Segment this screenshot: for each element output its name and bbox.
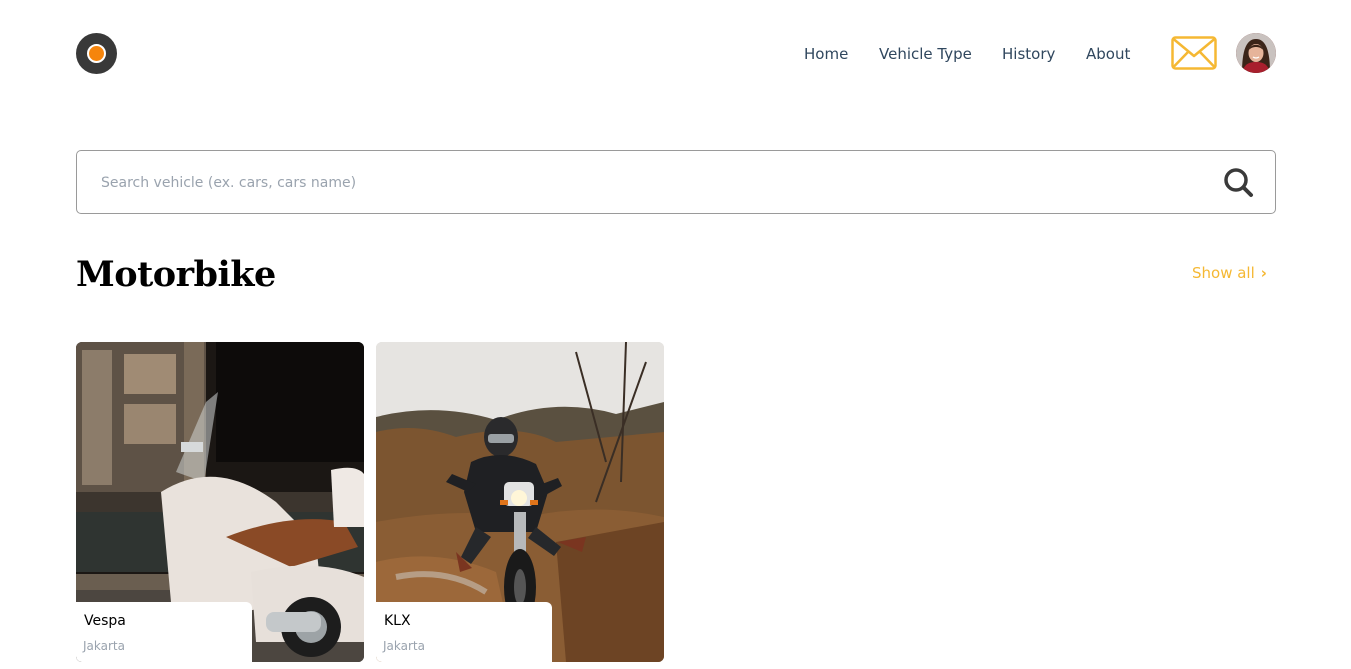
mail-icon[interactable]: [1171, 36, 1217, 70]
vehicle-card-vespa[interactable]: Vespa Jakarta: [76, 342, 364, 662]
section-title: Motorbike: [76, 254, 276, 295]
vehicle-city: Jakarta: [383, 639, 425, 653]
header: Home Vehicle Type History About: [0, 0, 1351, 110]
search-box: [76, 150, 1276, 214]
show-all-link[interactable]: Show all ›: [1192, 264, 1267, 282]
vehicle-card-klx[interactable]: KLX Jakarta: [376, 342, 664, 662]
logo-dot: [87, 44, 106, 63]
nav-vehicle-type[interactable]: Vehicle Type: [879, 45, 972, 63]
vehicle-city: Jakarta: [83, 639, 125, 653]
search-input[interactable]: [101, 171, 1181, 195]
vehicle-info: Vespa Jakarta: [76, 602, 252, 662]
logo-icon[interactable]: [76, 33, 117, 74]
user-avatar[interactable]: [1236, 33, 1276, 73]
vehicle-name: KLX: [384, 613, 411, 629]
nav-history[interactable]: History: [1002, 45, 1055, 63]
nav-home[interactable]: Home: [804, 45, 848, 63]
nav-about[interactable]: About: [1086, 45, 1130, 63]
vehicle-info: KLX Jakarta: [376, 602, 552, 662]
show-all-label: Show all: [1192, 264, 1255, 282]
chevron-right-icon: ›: [1260, 264, 1267, 282]
search-icon[interactable]: [1221, 165, 1255, 199]
vehicle-name: Vespa: [84, 613, 126, 629]
